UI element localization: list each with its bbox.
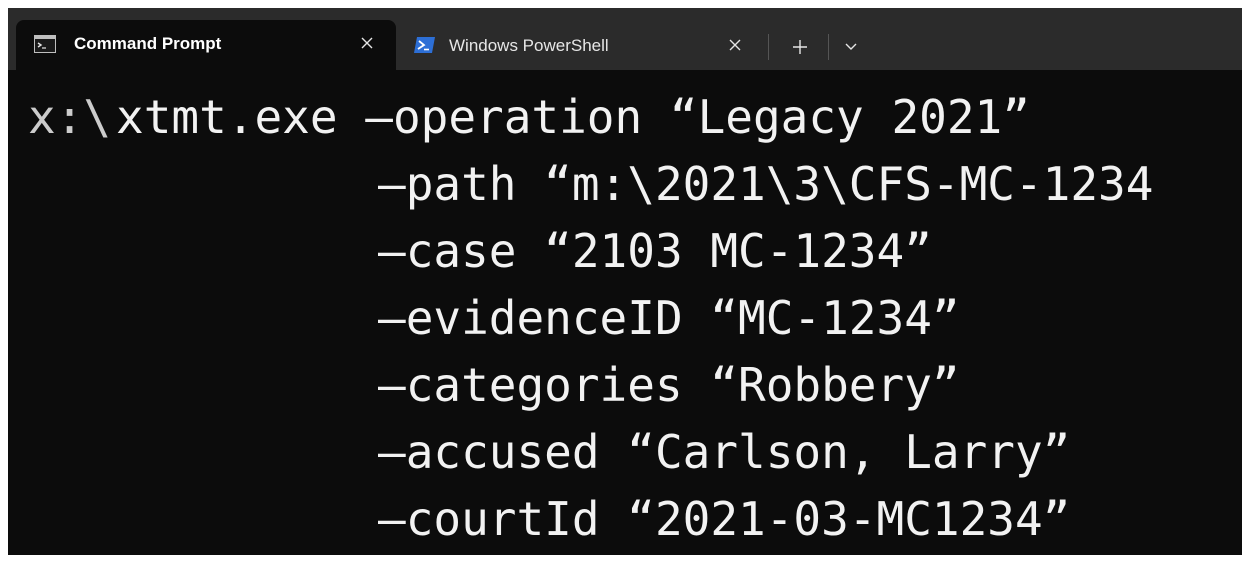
terminal-line: xtmt.exe –operation “Legacy 2021”	[116, 90, 1030, 144]
tab-windows-powershell[interactable]: Windows PowerShell	[400, 20, 760, 70]
terminal-line: –categories “Robbery”	[378, 358, 960, 412]
tab-label: Command Prompt	[74, 34, 222, 53]
terminal-window: Command Prompt Windows PowerShell x:\ xt…	[8, 8, 1242, 555]
chevron-down-icon	[845, 43, 857, 50]
terminal-line: –accused “Carlson, Larry”	[378, 425, 1071, 479]
terminal-line: –evidenceID “MC-1234”	[378, 291, 960, 345]
terminal-output[interactable]: x:\ xtmt.exe –operation “Legacy 2021” –p…	[8, 70, 1242, 555]
terminal-line: –path “m:\2021\3\CFS-MC-1234	[378, 157, 1154, 211]
tab-dropdown-button[interactable]	[838, 32, 864, 62]
prompt-path: x:\	[28, 90, 112, 144]
terminal-line: –courtId “2021-03-MC1234”	[378, 492, 1071, 546]
cmd-icon	[34, 35, 56, 53]
close-icon[interactable]	[722, 32, 748, 58]
tab-bar: Command Prompt Windows PowerShell	[8, 8, 1242, 70]
close-icon[interactable]	[354, 30, 380, 56]
divider	[768, 34, 769, 60]
new-tab-button[interactable]	[785, 32, 815, 62]
divider	[828, 34, 829, 60]
powershell-icon	[414, 36, 436, 54]
tab-label: Windows PowerShell	[449, 36, 609, 55]
plus-icon	[793, 40, 807, 54]
terminal-line: –case “2103 MC-1234”	[378, 224, 932, 278]
tab-command-prompt[interactable]: Command Prompt	[16, 20, 396, 70]
